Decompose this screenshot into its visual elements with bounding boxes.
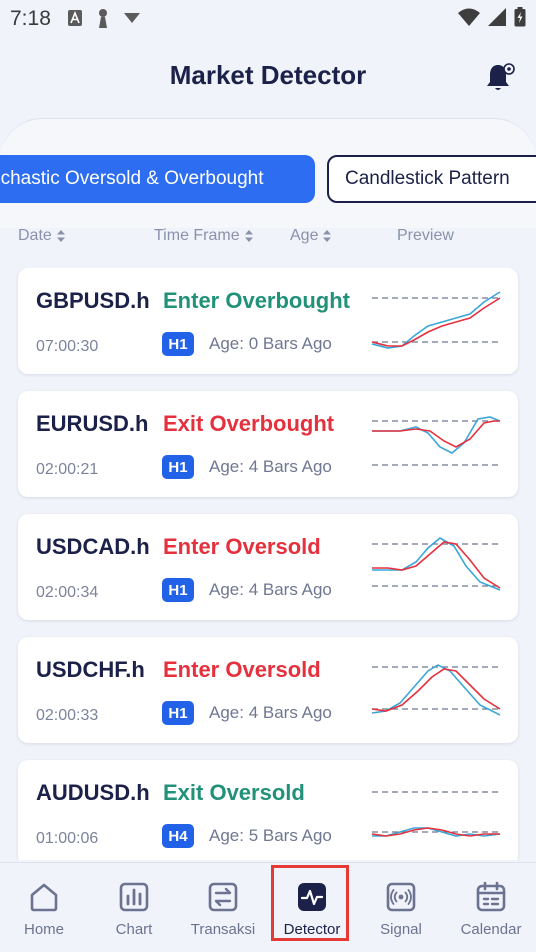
download-arrow-icon — [124, 13, 140, 23]
sort-date-button[interactable]: Date — [18, 227, 65, 245]
col-preview-header: Preview — [397, 227, 454, 245]
signal-label: Exit Overbought — [163, 411, 335, 436]
nav-home[interactable]: Home — [0, 863, 89, 952]
symbol-label: EURUSD.h — [36, 411, 149, 436]
home-icon — [30, 883, 58, 912]
nav-chart[interactable]: Chart — [89, 863, 179, 952]
sort-icon — [244, 230, 253, 242]
cell-signal-icon — [488, 8, 506, 26]
status-time: 7:18 — [10, 7, 51, 30]
col-age-label: Age — [290, 227, 319, 244]
timeframe-badge: H4 — [162, 824, 194, 848]
signal-time: 02:00:33 — [36, 707, 99, 724]
figure-icon — [99, 9, 107, 28]
nav-chart-label: Chart — [115, 921, 153, 938]
timeframe-badge: H1 — [162, 701, 194, 725]
nav-signal-label: Signal — [380, 921, 422, 938]
timeframe-badge: H1 — [162, 455, 194, 479]
col-time-frame-label: Time Frame — [154, 227, 240, 244]
tab-stochastic-label: ochastic Oversold & Overbought — [0, 168, 264, 189]
bar-chart-icon — [119, 882, 149, 912]
col-preview-label: Preview — [397, 227, 454, 244]
bottom-nav: Home Chart Transaksi Detector Signal Cal… — [0, 862, 536, 952]
nav-home-label: Home — [23, 921, 64, 938]
age-label: Age: 0 Bars Ago — [209, 334, 332, 353]
age-label: Age: 4 Bars Ago — [209, 580, 332, 599]
symbol-label: AUDUSD.h — [36, 780, 150, 805]
tab-candlestick-pattern[interactable]: Candlestick Pattern — [327, 155, 536, 203]
battery-icon — [514, 7, 526, 27]
column-headers: Date Time Frame Age Preview — [0, 227, 536, 249]
page-title: Market Detector — [169, 60, 367, 90]
notification-settings-button[interactable] — [486, 61, 516, 93]
signal-time: 07:00:30 — [36, 338, 99, 355]
wifi-icon — [458, 8, 480, 26]
signal-card[interactable]: USDCAD.h Enter Oversold 02:00:34 H1 Age:… — [18, 514, 518, 620]
symbol-label: USDCHF.h — [36, 657, 145, 682]
status-bar: 7:18 — [0, 0, 536, 38]
tab-bar[interactable]: ochastic Oversold & Overbought Candlesti… — [0, 155, 536, 205]
sort-icon — [56, 230, 65, 242]
age-label: Age: 4 Bars Ago — [209, 457, 332, 476]
signal-label: Enter Overbought — [163, 288, 351, 313]
signal-time: 02:00:21 — [36, 461, 99, 478]
stochastic-preview-chart — [372, 416, 501, 466]
transfer-icon — [208, 882, 238, 912]
timeframe-badge: H1 — [162, 332, 194, 356]
signal-card[interactable]: EURUSD.h Exit Overbought 02:00:21 H1 Age… — [18, 391, 518, 497]
signal-card[interactable]: GBPUSD.h Enter Overbought 07:00:30 H1 Ag… — [18, 268, 518, 374]
sort-time-frame-button[interactable]: Time Frame — [154, 227, 253, 245]
signal-card[interactable]: AUDUSD.h Exit Oversold 01:00:06 H4 Age: … — [18, 760, 518, 860]
sort-icon — [323, 230, 332, 242]
col-date-label: Date — [18, 227, 52, 244]
k-line — [371, 291, 501, 349]
signal-label: Enter Oversold — [163, 657, 321, 682]
k-line — [372, 537, 501, 591]
stochastic-preview-chart — [371, 291, 501, 349]
age-label: Age: 5 Bars Ago — [209, 826, 332, 845]
app-header: Market Detector — [0, 52, 536, 104]
broadcast-icon — [386, 882, 416, 912]
signal-time: 02:00:34 — [36, 584, 99, 601]
symbol-label: GBPUSD.h — [36, 288, 150, 313]
bell-settings-icon — [487, 63, 515, 90]
nav-signal[interactable]: Signal — [356, 863, 446, 952]
age-label: Age: 4 Bars Ago — [209, 703, 332, 722]
signal-label: Enter Oversold — [163, 534, 321, 559]
nav-transaksi[interactable]: Transaksi — [178, 863, 268, 952]
symbol-label: USDCAD.h — [36, 534, 150, 559]
nav-transaksi-label: Transaksi — [190, 921, 256, 938]
signal-time: 01:00:06 — [36, 830, 99, 847]
detector-highlight-box — [271, 865, 349, 941]
timeframe-badge: H1 — [162, 578, 194, 602]
tab-stochastic[interactable]: ochastic Oversold & Overbought — [0, 155, 315, 203]
signal-list[interactable]: GBPUSD.h Enter Overbought 07:00:30 H1 Ag… — [0, 268, 536, 860]
nav-calendar-label: Calendar — [460, 921, 522, 938]
calendar-icon — [476, 881, 506, 912]
stochastic-preview-chart — [371, 791, 501, 837]
tab-candlestick-label: Candlestick Pattern — [345, 168, 510, 189]
sort-age-button[interactable]: Age — [290, 227, 332, 245]
nav-calendar[interactable]: Calendar — [446, 863, 536, 952]
stochastic-preview-chart — [372, 537, 501, 591]
stochastic-preview-chart — [371, 664, 501, 716]
signal-card[interactable]: USDCHF.h Enter Oversold 02:00:33 H1 Age:… — [18, 637, 518, 743]
a-icon — [68, 10, 82, 26]
signal-label: Exit Oversold — [163, 780, 305, 805]
k-line — [371, 664, 501, 716]
d-line — [372, 541, 501, 589]
